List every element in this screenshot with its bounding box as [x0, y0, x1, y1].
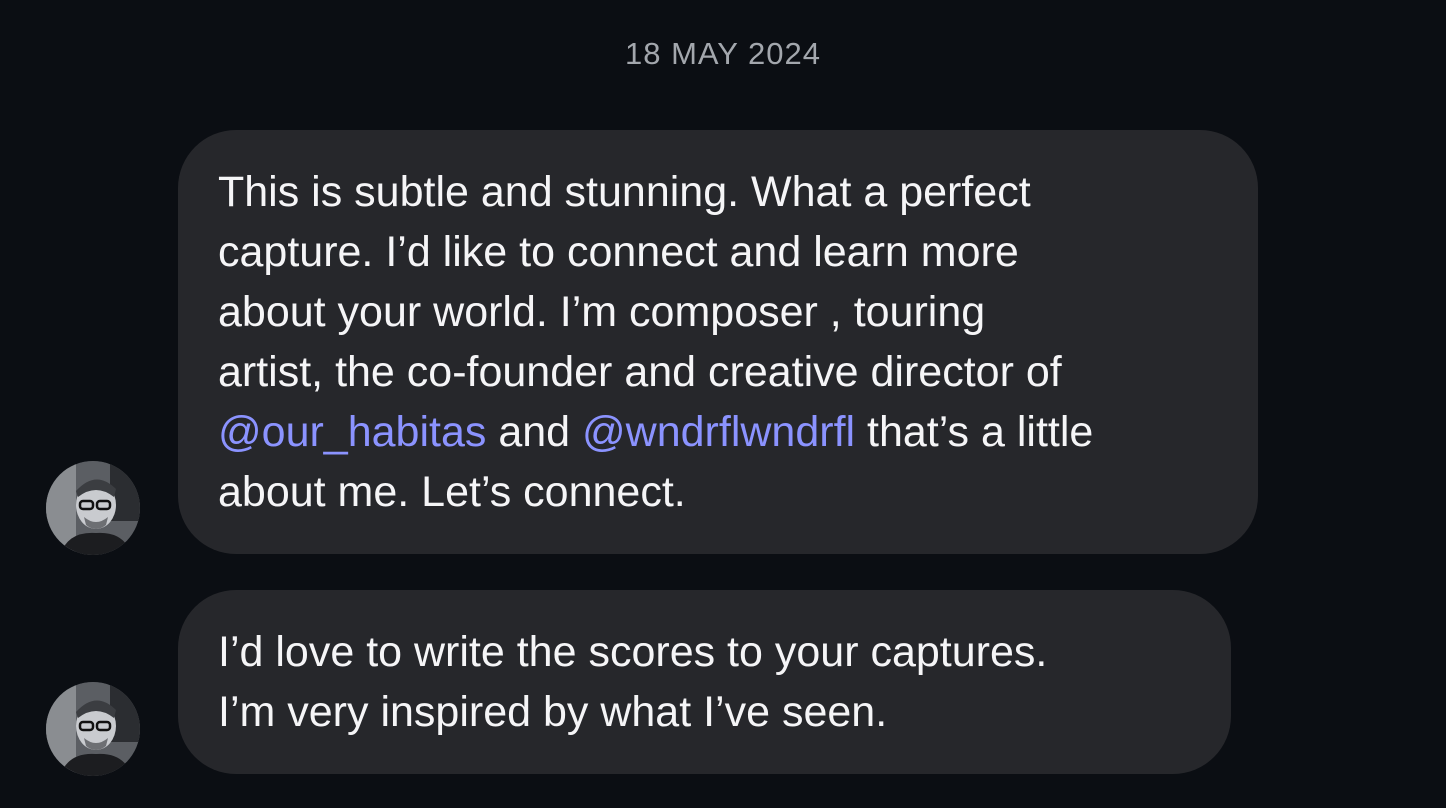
message-line: This is subtle and stunning. What a perf… [218, 168, 1031, 216]
message-text: that’s a little [855, 408, 1094, 456]
sender-avatar[interactable] [46, 461, 140, 555]
message-line: I’m very inspired by what I’ve seen. [218, 688, 888, 736]
date-separator: 18 MAY 2024 [625, 36, 821, 71]
message-line: I’d love to write the scores to your cap… [218, 628, 1048, 676]
message-line: about me. Let’s connect. [218, 468, 686, 516]
mention-link-our-habitas[interactable]: @our_habitas [218, 408, 486, 456]
sender-avatar[interactable] [46, 682, 140, 776]
message-line: artist, the co-founder and creative dire… [218, 348, 1062, 396]
avatar-photo-icon [46, 682, 140, 776]
message-text: and [486, 408, 583, 456]
mention-link-wndrflwndrfl[interactable]: @wndrflwndrfl [582, 408, 855, 456]
message-bubble-1[interactable]: This is subtle and stunning. What a perf… [178, 130, 1258, 554]
message-line: capture. I’d like to connect and learn m… [218, 228, 1019, 276]
avatar-photo-icon [46, 461, 140, 555]
message-line: about your world. I’m composer , touring [218, 288, 986, 336]
message-bubble-2[interactable]: I’d love to write the scores to your cap… [178, 590, 1231, 774]
message-line-with-mentions: @our_habitas and @wndrflwndrfl that’s a … [218, 402, 1218, 462]
